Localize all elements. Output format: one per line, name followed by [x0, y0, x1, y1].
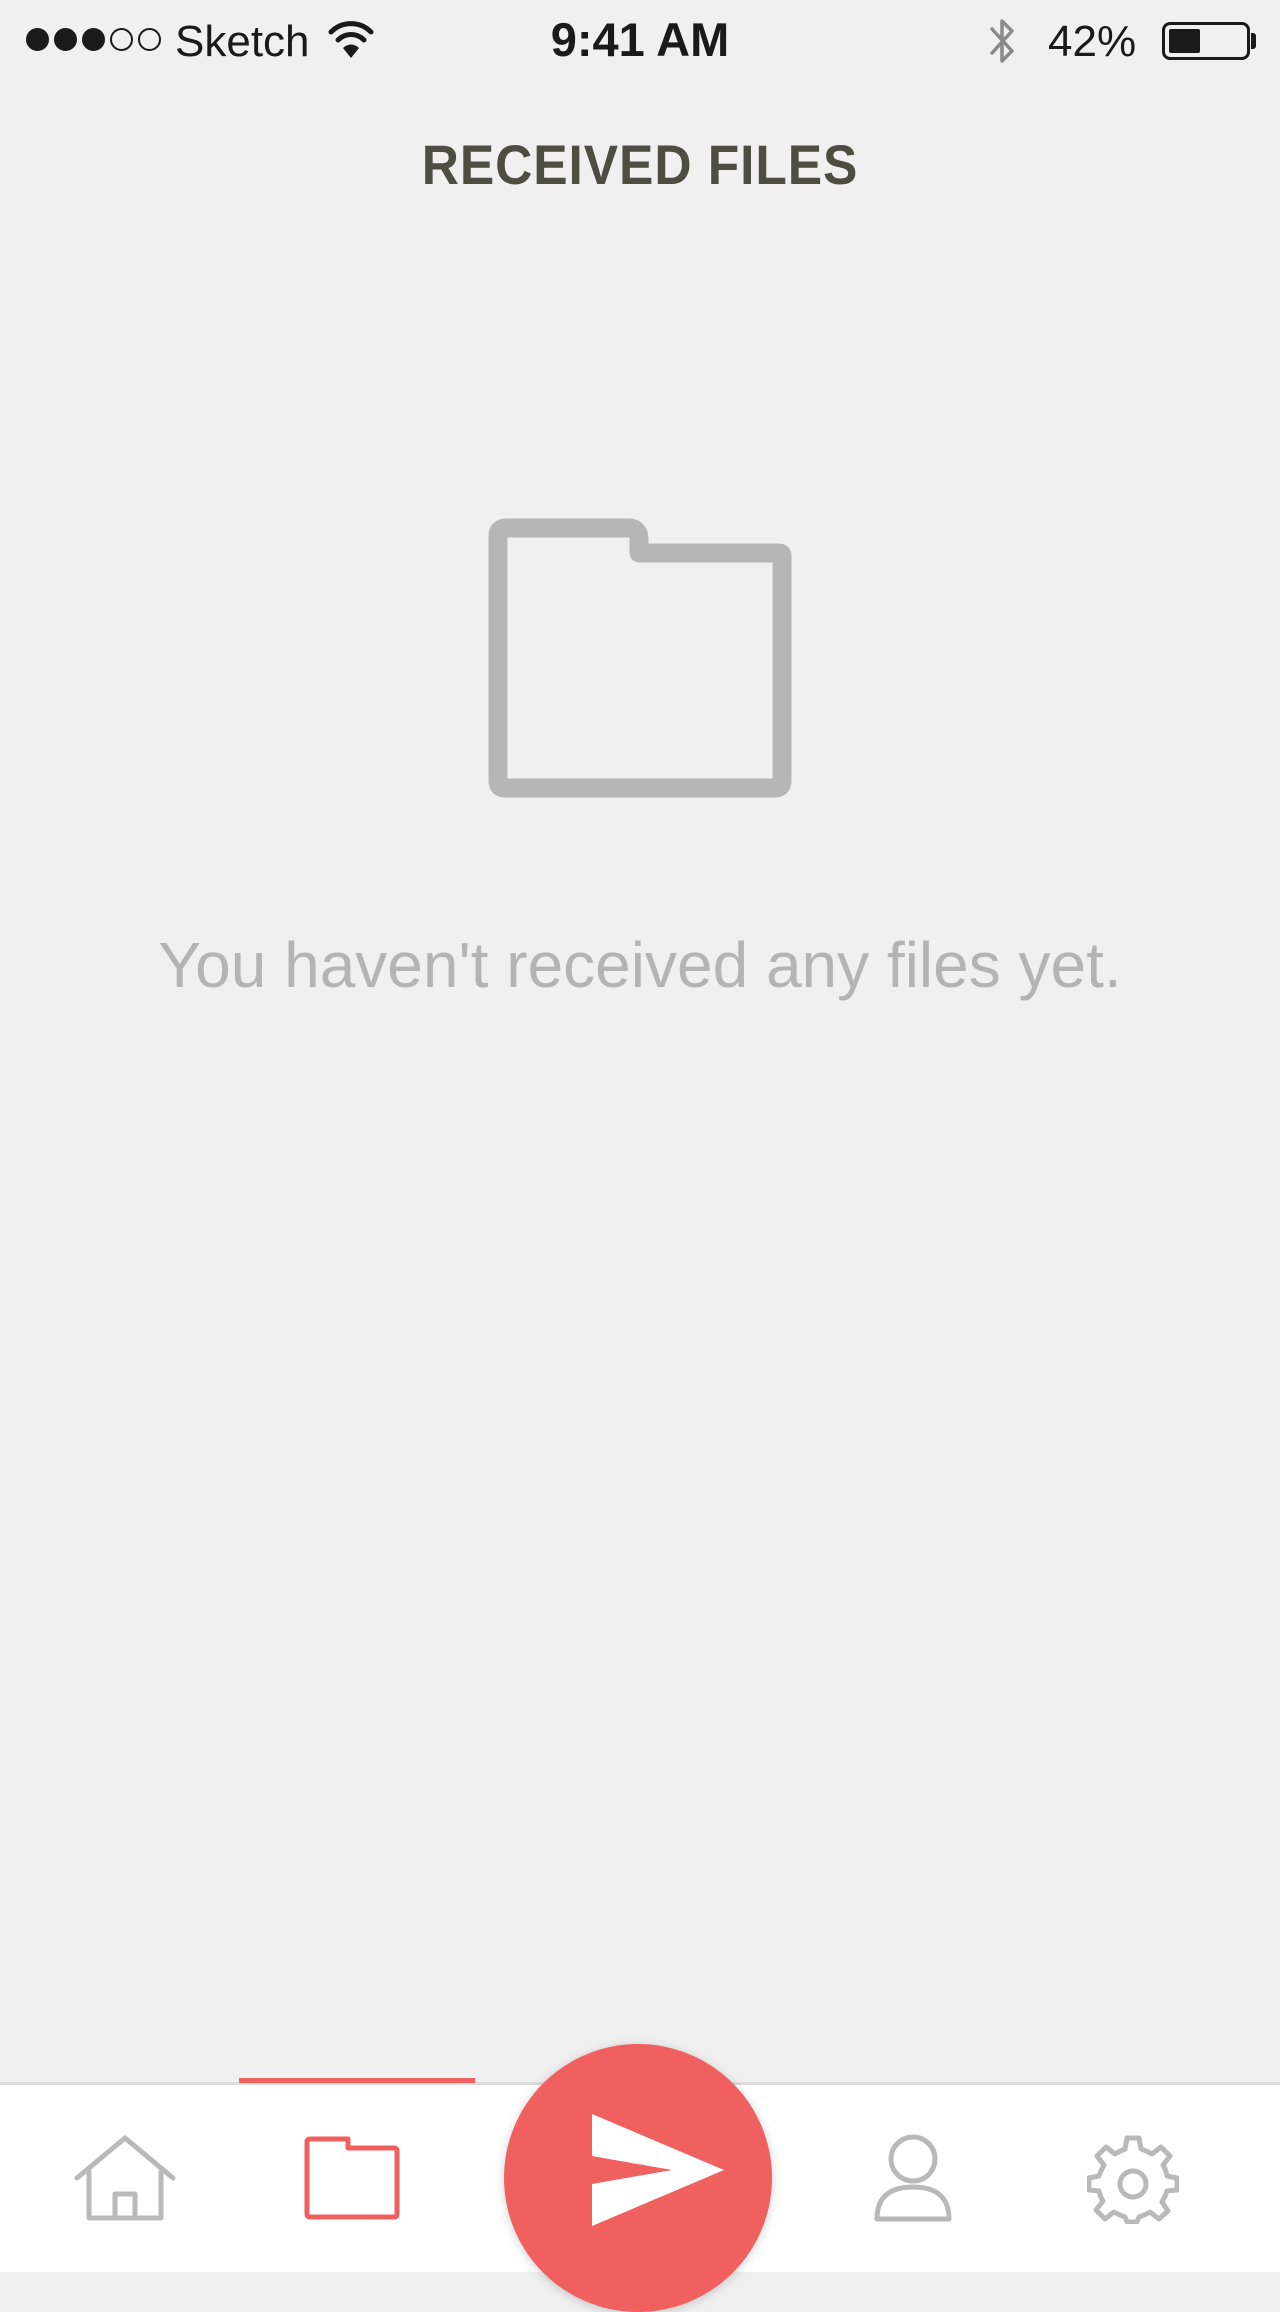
- page-title: RECEIVED FILES: [421, 133, 859, 196]
- folder-icon: [304, 2136, 400, 2220]
- battery-level: [1169, 29, 1200, 53]
- home-icon: [74, 2135, 176, 2221]
- empty-state-message: You haven't received any files yet.: [158, 929, 1122, 1001]
- battery-percent: 42%: [1048, 17, 1137, 66]
- tab-files[interactable]: [297, 2130, 407, 2226]
- send-icon: [592, 2114, 724, 2226]
- status-bar: Sketch 9:41 AM 42%: [0, 0, 1280, 82]
- folder-icon: [488, 518, 792, 798]
- active-tab-indicator: [239, 2078, 475, 2083]
- battery-icon: [1162, 22, 1250, 60]
- battery-cap: [1251, 33, 1256, 49]
- tab-home[interactable]: [70, 2130, 180, 2226]
- tab-settings[interactable]: [1078, 2130, 1188, 2226]
- gear-icon: [1087, 2135, 1179, 2224]
- profile-icon: [874, 2134, 952, 2222]
- bluetooth-icon: [986, 14, 1020, 73]
- tab-profile[interactable]: [858, 2130, 968, 2226]
